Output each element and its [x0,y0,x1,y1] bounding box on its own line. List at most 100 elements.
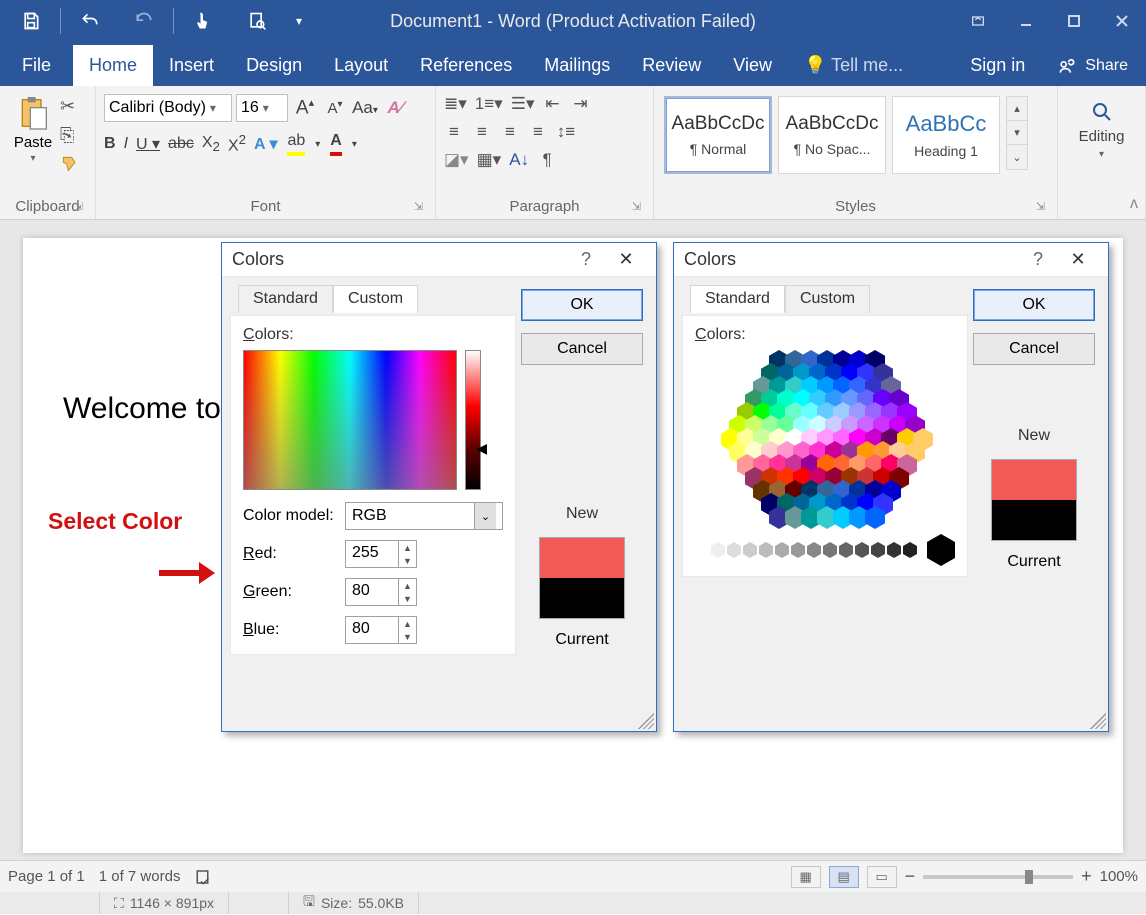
resize-grip-icon[interactable] [638,713,654,729]
underline-button[interactable]: U ▾ [136,134,160,154]
ok-button[interactable]: OK [973,289,1095,321]
style-gallery-nav[interactable]: ▴▾⌄ [1006,96,1028,170]
web-layout-icon[interactable]: ▭ [867,866,897,888]
multilevel-icon[interactable]: ☰▾ [511,94,535,114]
gray-swatch[interactable] [727,542,741,558]
zoom-in-icon[interactable]: + [1081,866,1092,887]
gray-swatch[interactable] [839,542,853,558]
dec-indent-icon[interactable]: ⇤ [542,94,562,114]
style-normal[interactable]: AaBbCcDc ¶ Normal [664,96,772,174]
tab-custom[interactable]: Custom [785,285,870,313]
gray-swatch[interactable] [775,542,789,558]
dialog-close-icon[interactable]: ✕ [606,249,646,270]
tab-standard[interactable]: Standard [238,285,333,313]
text-effects-icon[interactable]: A ▾ [254,134,277,154]
spellcheck-icon[interactable] [194,868,214,886]
shrink-font-icon[interactable]: A▾ [322,99,348,117]
close-icon[interactable] [1098,1,1146,41]
blue-spinner[interactable]: 80▲▼ [345,616,417,644]
undo-icon[interactable] [63,1,117,41]
tab-file[interactable]: File [0,45,73,86]
align-right-icon[interactable]: ≡ [500,122,520,142]
show-marks-icon[interactable]: ¶ [537,150,557,170]
numbering-icon[interactable]: 1≡▾ [475,94,503,114]
justify-icon[interactable]: ≡ [528,122,548,142]
black-hex-swatch[interactable] [927,534,955,566]
dialog-close-icon[interactable]: ✕ [1058,249,1098,270]
zoom-slider[interactable] [923,875,1073,879]
highlight-icon[interactable]: ab [285,132,307,156]
minimize-icon[interactable] [1002,1,1050,41]
line-spacing-icon[interactable]: ↕≡ [556,122,576,142]
cancel-button[interactable]: Cancel [973,333,1095,365]
cancel-button[interactable]: Cancel [521,333,643,365]
gray-swatch[interactable] [791,542,805,558]
gray-swatch[interactable] [759,542,773,558]
tab-mailings[interactable]: Mailings [528,45,626,86]
tab-review[interactable]: Review [626,45,717,86]
tab-custom[interactable]: Custom [333,285,418,313]
gray-swatch[interactable] [871,542,885,558]
zoom-level[interactable]: 100% [1100,868,1138,885]
ok-button[interactable]: OK [521,289,643,321]
zoom-out-icon[interactable]: − [905,866,916,887]
tab-view[interactable]: View [717,45,788,86]
shading-icon[interactable]: ◪▾ [444,150,469,170]
read-mode-icon[interactable]: ▦ [791,866,821,888]
grayscale-row[interactable] [695,534,955,566]
copy-icon[interactable]: ⎘ [60,125,80,146]
clipboard-launcher-icon[interactable]: ⇲ [74,200,83,213]
ribbon-options-icon[interactable] [954,1,1002,41]
sign-in-link[interactable]: Sign in [956,45,1039,86]
save-icon[interactable] [4,1,58,41]
cut-icon[interactable]: ✂ [60,96,80,117]
subscript-button[interactable]: X2 [202,134,220,154]
qat-customize-icon[interactable]: ▾ [284,1,314,41]
dialog-help-icon[interactable]: ? [566,249,606,270]
color-gradient-picker[interactable] [243,350,457,490]
font-launcher-icon[interactable]: ⇲ [414,200,423,213]
print-preview-icon[interactable] [230,1,284,41]
document-body-text[interactable]: Welcome to [63,392,221,426]
tell-me-search[interactable]: 💡 Tell me... [788,45,919,86]
strikethrough-button[interactable]: abc [168,135,194,153]
page-status[interactable]: Page 1 of 1 [8,868,85,885]
value-slider-thumb-icon[interactable]: ◀ [476,440,487,457]
gray-swatch[interactable] [887,542,901,558]
styles-launcher-icon[interactable]: ⇲ [1036,200,1045,213]
inc-indent-icon[interactable]: ⇥ [570,94,590,114]
tab-insert[interactable]: Insert [153,45,230,86]
dialog-help-icon[interactable]: ? [1018,249,1058,270]
green-spinner[interactable]: 80▲▼ [345,578,417,606]
paragraph-launcher-icon[interactable]: ⇲ [632,200,641,213]
value-slider[interactable] [465,350,481,490]
gray-swatch[interactable] [823,542,837,558]
print-layout-icon[interactable]: ▤ [829,866,859,888]
style-heading1[interactable]: AaBbCc Heading 1 [892,96,1000,174]
editing-button[interactable]: Editing ▾ [1064,90,1139,160]
standard-color-hexagon[interactable] [726,350,924,526]
gray-swatch[interactable] [807,542,821,558]
touch-mode-icon[interactable] [176,1,230,41]
bold-button[interactable]: B [104,135,116,153]
resize-grip-icon[interactable] [1090,713,1106,729]
paste-button[interactable]: Paste ▾ [6,90,60,174]
word-count[interactable]: 1 of 7 words [99,868,181,885]
tab-standard[interactable]: Standard [690,285,785,313]
share-button[interactable]: Share [1039,46,1146,86]
tab-design[interactable]: Design [230,45,318,86]
collapse-ribbon-icon[interactable]: ʌ [1130,195,1138,213]
bullets-icon[interactable]: ≣▾ [444,94,467,114]
grow-font-icon[interactable]: A▴ [292,96,318,119]
gray-swatch[interactable] [711,542,725,558]
change-case-icon[interactable]: Aa▾ [352,98,378,118]
gray-swatch[interactable] [855,542,869,558]
font-name-combo[interactable]: Calibri (Body)▾ [104,94,232,122]
italic-button[interactable]: I [124,135,128,153]
sort-icon[interactable]: A↓ [509,150,529,170]
tab-layout[interactable]: Layout [318,45,404,86]
tab-home[interactable]: Home [73,45,153,86]
borders-icon[interactable]: ▦▾ [477,150,502,170]
red-spinner[interactable]: 255▲▼ [345,540,417,568]
style-no-spacing[interactable]: AaBbCcDc ¶ No Spac... [778,96,886,174]
